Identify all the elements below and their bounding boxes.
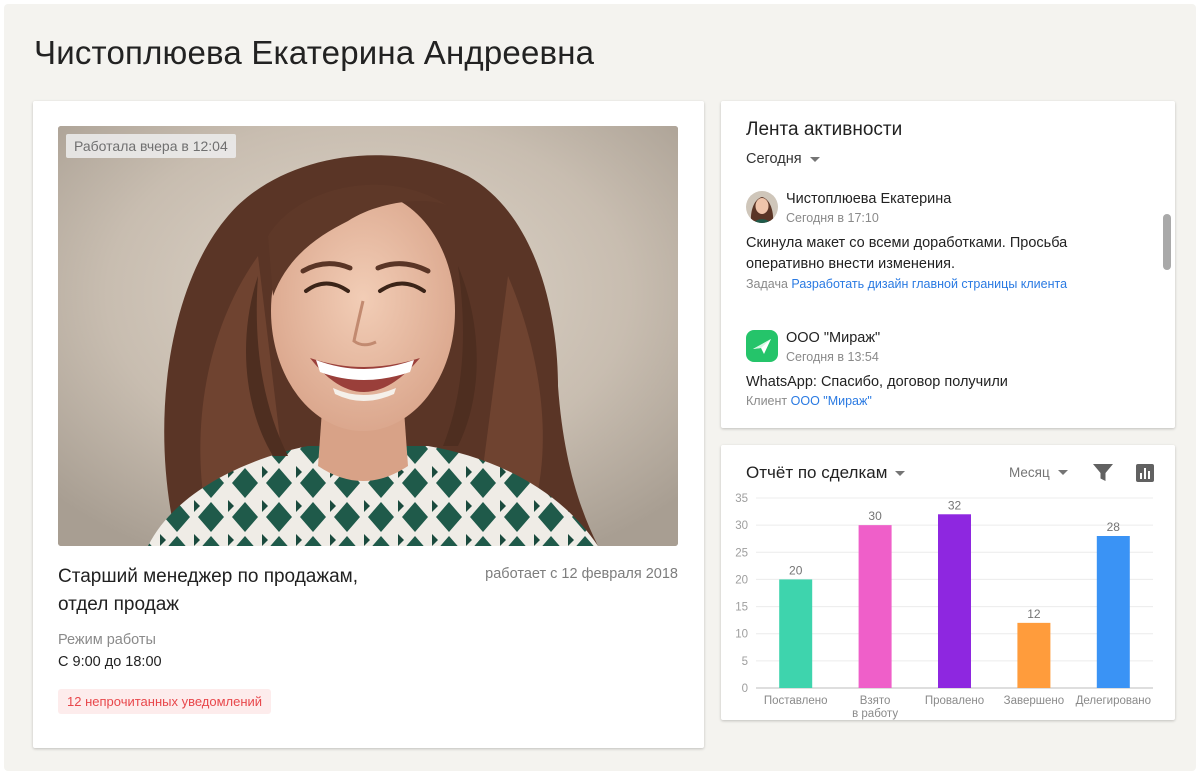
send-icon	[753, 339, 771, 354]
data-label: 12	[1027, 607, 1041, 621]
chevron-down-icon	[809, 156, 820, 162]
y-tick-label: 35	[735, 493, 748, 505]
avatar[interactable]	[746, 191, 778, 223]
feed-message: Скинула макет со всеми доработками. Прос…	[746, 235, 1068, 272]
y-tick-label: 30	[735, 520, 748, 532]
feed-time: Сегодня в 17:10	[786, 211, 879, 225]
app-canvas: Чистоплюева Екатерина Андреевна Работала…	[4, 4, 1196, 771]
activity-feed-title: Лента активности	[746, 119, 903, 140]
deals-report-card: Отчёт по сделкам Месяц 0 5 10 15 20 25 30 35 20 П…	[721, 445, 1175, 720]
bar	[858, 525, 892, 688]
profile-card: Работала вчера в 12:04 Старший менеджер …	[33, 101, 704, 748]
employment-date: работает с 12 февраля 2018	[485, 566, 678, 582]
profile-photo: Работала вчера в 12:04	[58, 126, 678, 546]
x-tick-label: Взято	[860, 695, 891, 707]
y-tick-label: 0	[742, 683, 748, 695]
feed-message: WhatsApp: Спасибо, договор получили	[746, 374, 1008, 390]
x-tick-label: Провалено	[925, 695, 984, 707]
avatar[interactable]	[746, 330, 778, 362]
bar	[938, 514, 971, 688]
portrait-illustration	[58, 126, 678, 546]
data-label: 30	[868, 509, 882, 523]
last-seen-badge: Работала вчера в 12:04	[66, 134, 236, 158]
bar	[779, 579, 813, 688]
feed-related-client: Клиент ООО "Мираж"	[746, 394, 872, 408]
y-tick-label: 15	[735, 602, 748, 614]
schedule-value: С 9:00 до 18:00	[58, 654, 162, 670]
job-title: Старший менеджер по продажам, отдел прод…	[58, 566, 358, 615]
deals-bar-chart: 0 5 10 15 20 25 30 35 20 Поставлено 30 Взятов работ…	[735, 493, 1153, 720]
y-tick-label: 25	[735, 547, 748, 559]
x-tick-label: Делегировано	[1076, 695, 1151, 707]
feed-link-label: Задача	[746, 277, 788, 291]
y-tick-label: 20	[735, 574, 748, 586]
y-tick-label: 5	[742, 656, 748, 668]
feed-author[interactable]: Чистоплюева Екатерина	[786, 191, 951, 207]
client-link[interactable]: ООО "Мираж"	[791, 394, 872, 408]
feed-link-label: Клиент	[746, 394, 788, 408]
feed-author[interactable]: ООО "Мираж"	[786, 330, 880, 346]
page-title: Чистоплюева Екатерина Андреевна	[34, 34, 595, 71]
schedule-label: Режим работы	[58, 632, 156, 648]
user-avatar-icon	[746, 191, 778, 223]
task-link[interactable]: Разработать дизайн главной страницы клие…	[791, 277, 1067, 291]
x-tick-label: в работу	[852, 708, 898, 720]
bar	[1017, 622, 1051, 688]
data-label: 28	[1107, 520, 1121, 534]
x-tick-label: Завершено	[1004, 695, 1064, 707]
activity-feed-card: Лента активности Сегодня Чистоплюева Ека…	[721, 101, 1175, 428]
x-tick-label: Поставлено	[764, 695, 828, 707]
bar	[1096, 536, 1130, 688]
data-label: 20	[789, 563, 803, 577]
activity-period-dropdown[interactable]: Сегодня	[746, 151, 820, 167]
feed-related-task: Задача Разработать дизайн главной страни…	[746, 277, 1067, 291]
unread-notifications-badge[interactable]: 12 непрочитанных уведомлений	[58, 689, 272, 714]
feed-scrollbar[interactable]	[1163, 214, 1171, 270]
y-tick-label: 10	[735, 629, 748, 641]
activity-period-value: Сегодня	[746, 151, 802, 167]
feed-time: Сегодня в 13:54	[786, 350, 879, 364]
data-label: 32	[948, 498, 962, 512]
